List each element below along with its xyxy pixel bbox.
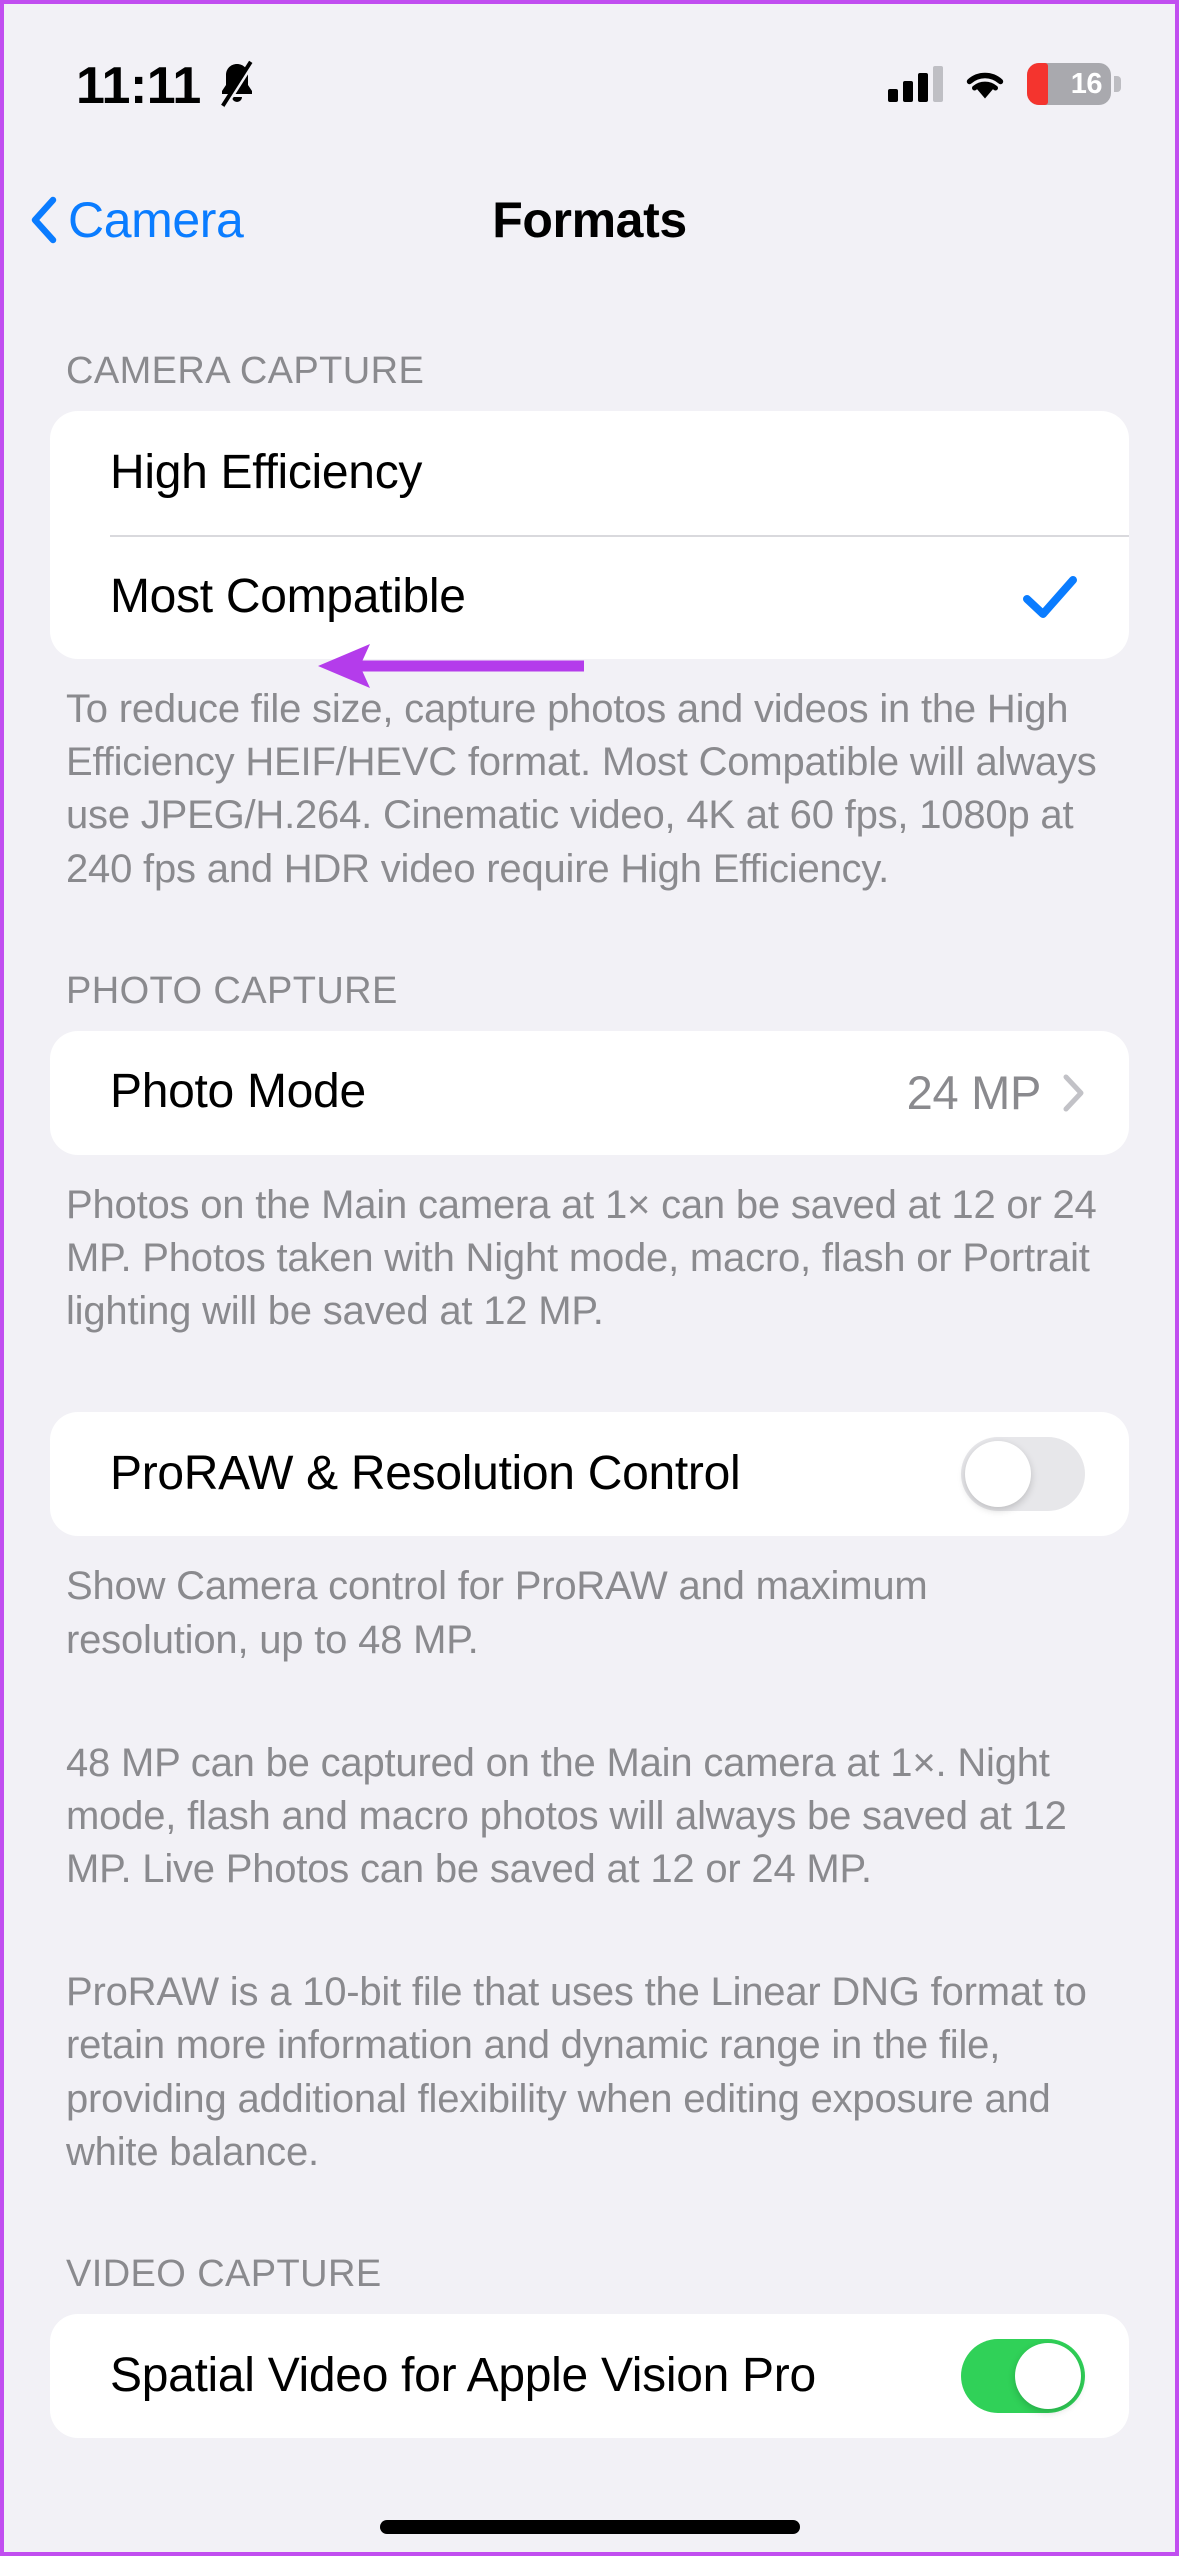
section-header-camera-capture: CAMERA CAPTURE — [66, 350, 425, 392]
row-proraw-resolution-control[interactable]: ProRAW & Resolution Control — [50, 1412, 1129, 1536]
proraw-toggle[interactable] — [961, 1437, 1085, 1512]
battery-indicator: 16 — [1027, 63, 1121, 105]
camera-capture-group: High Efficiency Most Compatible — [50, 411, 1129, 659]
video-capture-group: Spatial Video for Apple Vision Pro — [50, 2314, 1129, 2438]
wifi-icon — [966, 72, 1004, 99]
footer-proraw-3: ProRAW is a 10-bit file that uses the Li… — [66, 1970, 1087, 2174]
status-bar: 11:11 16 — [4, 4, 1175, 164]
battery-fill — [1027, 63, 1048, 105]
footer-photo-mode: Photos on the Main camera at 1× can be s… — [66, 1182, 1097, 1334]
photo-mode-group: Photo Mode 24 MP — [50, 1030, 1129, 1155]
spatial-video-toggle[interactable] — [961, 2339, 1085, 2413]
row-spatial-video[interactable]: Spatial Video for Apple Vision Pro — [50, 2314, 1129, 2438]
footer-proraw-1: Show Camera control for ProRAW and maxim… — [66, 1564, 928, 1662]
toggle-knob — [965, 1441, 1031, 1508]
battery-percent-label: 16 — [1070, 67, 1103, 100]
photo-mode-value: 24 MP — [906, 1066, 1042, 1120]
iphone-screen: 11:11 16 Camera Formats CAMERA CAPTURE H… — [0, 0, 1179, 2556]
page-title: Formats — [492, 192, 687, 248]
row-label: ProRAW & Resolution Control — [110, 1446, 741, 1500]
cellular-signal-icon — [888, 66, 943, 102]
row-label: Most Compatible — [110, 569, 466, 623]
navigation-bar: Camera Formats — [4, 164, 1175, 276]
proraw-group: ProRAW & Resolution Control — [50, 1412, 1129, 1537]
footer-camera-capture: To reduce file size, capture photos and … — [66, 687, 1097, 891]
row-photo-mode[interactable]: Photo Mode 24 MP — [50, 1031, 1129, 1155]
chevron-right-icon — [1063, 1074, 1084, 1112]
checkmark-icon — [1023, 576, 1077, 618]
row-high-efficiency[interactable]: High Efficiency — [50, 411, 1129, 535]
footer-proraw-2: 48 MP can be captured on the Main camera… — [66, 1740, 1067, 1892]
section-header-video-capture: VIDEO CAPTURE — [66, 2253, 382, 2295]
row-label: High Efficiency — [110, 445, 423, 499]
row-label: Spatial Video for Apple Vision Pro — [110, 2348, 816, 2402]
bell-slash-icon — [220, 60, 255, 108]
section-header-photo-capture: PHOTO CAPTURE — [66, 969, 398, 1012]
status-bar-right: 16 — [888, 63, 1121, 105]
toggle-knob — [1015, 2343, 1081, 2409]
status-bar-left: 11:11 — [76, 56, 259, 112]
row-label: Photo Mode — [110, 1065, 366, 1119]
status-bar-clock: 11:11 — [76, 57, 201, 115]
row-most-compatible[interactable]: Most Compatible — [50, 535, 1129, 659]
home-indicator — [379, 2520, 800, 2534]
settings-scroll-view[interactable]: CAMERA CAPTURE High Efficiency Most Comp… — [4, 276, 1175, 2552]
battery-tip — [1114, 76, 1121, 92]
